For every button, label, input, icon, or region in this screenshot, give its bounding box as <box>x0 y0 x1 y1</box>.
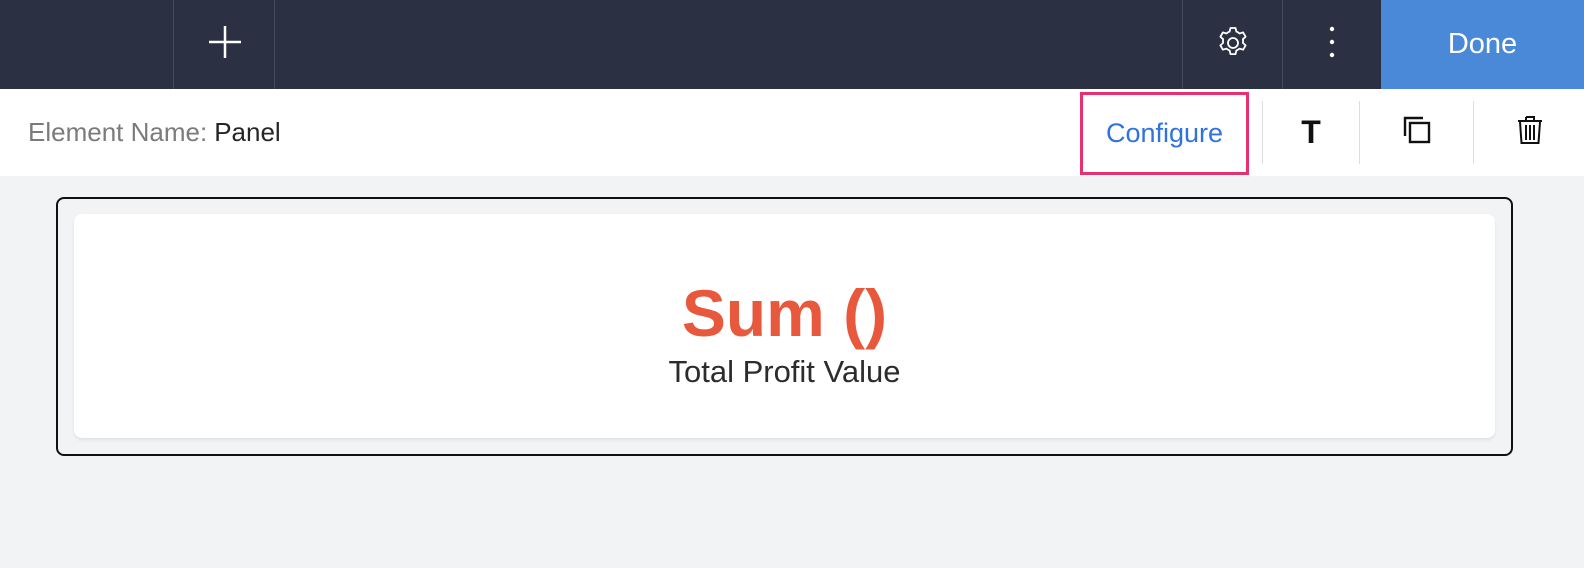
panel-selection-frame[interactable]: Sum () Total Profit Value <box>56 197 1513 456</box>
trash-icon <box>1516 114 1544 151</box>
text-format-icon: T <box>1301 114 1321 150</box>
configure-button[interactable]: Configure <box>1080 92 1249 175</box>
delete-button[interactable] <box>1475 89 1584 176</box>
kpi-label: Total Profit Value <box>668 354 901 389</box>
topbar-divider <box>274 0 275 89</box>
gear-icon <box>1215 24 1251 65</box>
toolbar-divider <box>1262 101 1263 164</box>
element-name-label: Element Name: <box>28 117 208 147</box>
add-button[interactable] <box>175 0 274 89</box>
kpi-panel[interactable]: Sum () Total Profit Value <box>74 214 1495 438</box>
topbar-divider <box>173 0 174 89</box>
kpi-value: Sum () <box>681 276 888 350</box>
text-format-button[interactable]: T <box>1264 89 1358 176</box>
more-options-button[interactable] <box>1283 0 1381 89</box>
top-bar: Done <box>0 0 1584 89</box>
toolbar-divider <box>1473 101 1474 164</box>
element-toolbar: Element Name: Panel Configure T <box>0 89 1584 176</box>
duplicate-button[interactable] <box>1360 89 1473 176</box>
element-name: Element Name: Panel <box>28 89 281 176</box>
duplicate-icon <box>1401 114 1433 151</box>
vertical-ellipsis-icon <box>1327 24 1337 65</box>
done-button[interactable]: Done <box>1381 0 1584 89</box>
element-name-value: Panel <box>214 117 281 147</box>
plus-icon <box>207 24 243 65</box>
settings-button[interactable] <box>1183 0 1282 89</box>
